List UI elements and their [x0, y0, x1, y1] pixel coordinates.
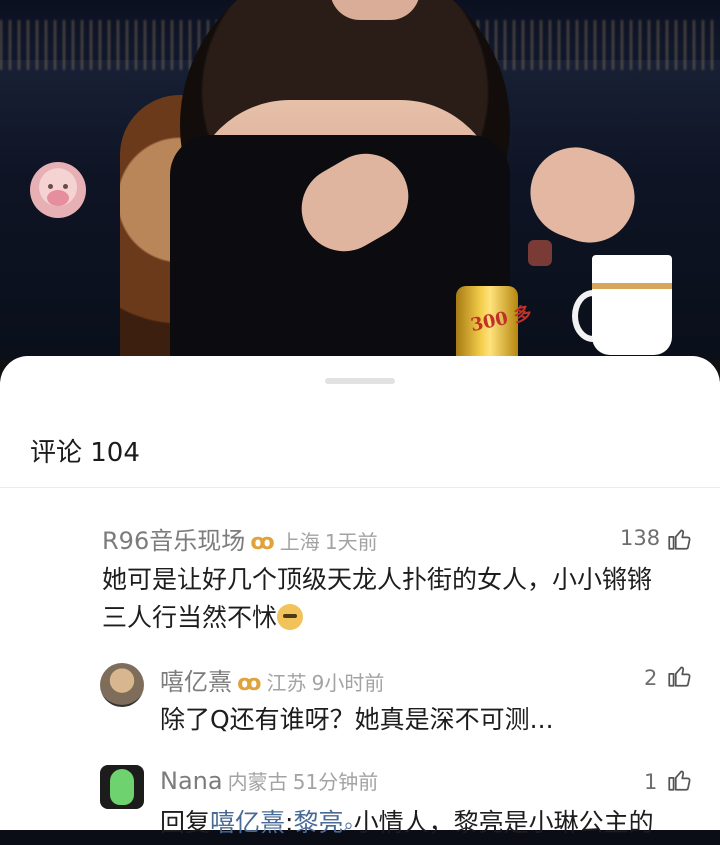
- comment-header: R96音乐现场 ꝏ 上海 1天前: [102, 521, 378, 556]
- mention-link[interactable]: 黎亮: [293, 808, 343, 837]
- location: 内蒙古: [227, 770, 288, 794]
- comment-header: 嘻亿熹 ꝏ 江苏 9小时前: [160, 662, 384, 697]
- username[interactable]: Nana: [160, 767, 223, 795]
- comment-text: 小情人，黎亮是小琳公主的: [353, 808, 654, 837]
- drag-handle[interactable]: [325, 378, 395, 384]
- timestamp: 51分钟前: [292, 770, 379, 794]
- comment-text: 除了Q还有谁呀？她真是深不可测...: [160, 705, 554, 734]
- comment-text: 三人行当然不怵: [102, 603, 278, 632]
- doge-emoji-icon: [277, 604, 304, 630]
- thumbs-up-icon[interactable]: [666, 663, 692, 689]
- divider: [0, 487, 720, 488]
- like-count: 138: [620, 526, 661, 550]
- timestamp: 9小时前: [311, 671, 385, 695]
- tea-cup: [592, 255, 672, 355]
- comment-text-line2: 三人行当然不怵: [102, 598, 304, 637]
- avatar-snout: [47, 190, 69, 206]
- avatar-eye: [48, 184, 53, 189]
- reply-prefix: 回复: [160, 808, 211, 837]
- comment-header: Nana 内蒙古 51分钟前: [160, 766, 378, 795]
- comments-title: 评论 104: [30, 438, 140, 468]
- thumbs-up-icon[interactable]: [666, 767, 692, 793]
- search-icon: ⌕: [343, 815, 354, 836]
- thumbs-up-icon[interactable]: [666, 526, 692, 552]
- avatar[interactable]: [100, 663, 144, 707]
- location: 江苏: [266, 671, 307, 695]
- avatar[interactable]: [100, 765, 144, 809]
- comment-text-line: 回复嘻亿熹:黎亮⌕小情人，黎亮是小琳公主的: [160, 803, 654, 845]
- vip-badge-icon: ꝏ: [250, 530, 275, 555]
- video-frame[interactable]: 300 多: [0, 0, 720, 380]
- alien-avatar-icon: [110, 769, 134, 805]
- like-count: 2: [644, 666, 658, 690]
- timestamp: 1天前: [324, 530, 378, 554]
- avatar[interactable]: [30, 162, 86, 218]
- username[interactable]: 嘻亿熹: [160, 668, 232, 696]
- reply-target-link[interactable]: 嘻亿熹: [210, 808, 285, 837]
- username[interactable]: R96音乐现场: [102, 527, 245, 555]
- like-count: 1: [644, 770, 658, 794]
- vip-badge-icon: ꝏ: [237, 671, 262, 696]
- comment-text: 她可是让好几个顶级天龙人扑街的女人，小小锵锵: [102, 565, 653, 594]
- avatar-eye: [63, 184, 68, 189]
- location: 上海: [279, 530, 320, 554]
- wrist-watch: [528, 240, 552, 266]
